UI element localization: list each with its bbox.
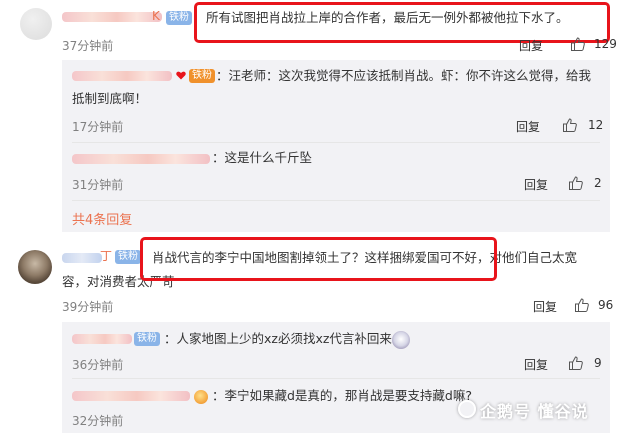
- username-suffix[interactable]: K: [152, 5, 160, 27]
- reply-username-blurred[interactable]: [72, 154, 210, 164]
- watermark-icon: [458, 400, 476, 418]
- username-blurred[interactable]: [62, 253, 102, 263]
- highlight-box: [194, 2, 610, 43]
- comment-time: 37分钟前: [62, 39, 114, 53]
- emoji-icon: [392, 331, 410, 349]
- reply-text-line2: 抵制到底啊！: [72, 91, 148, 106]
- like-count: 9: [594, 356, 602, 370]
- avatar[interactable]: [18, 250, 52, 284]
- like-icon[interactable]: [568, 355, 584, 371]
- reply-button[interactable]: 回复: [516, 118, 540, 135]
- reply-button[interactable]: 回复: [524, 356, 548, 373]
- emoji-icon: [194, 390, 208, 404]
- reply-button[interactable]: 回复: [524, 176, 548, 193]
- more-replies-link[interactable]: 共4条回复: [72, 209, 132, 228]
- highlight-box: [140, 237, 497, 281]
- fan-badge: 铁粉: [115, 250, 141, 264]
- like-count: 129: [594, 37, 617, 51]
- reply-time: 36分钟前: [72, 358, 124, 372]
- reply-text: ：汪老师：这次我觉得不应该抵制肖战。虾：你不许这么觉得，给我: [216, 68, 592, 83]
- like-count: 96: [598, 298, 614, 312]
- reply-text: ：人家地图上少的xz必须找xz代言补回来: [164, 331, 392, 346]
- fan-badge: 铁粉: [189, 69, 215, 83]
- divider: [72, 142, 600, 143]
- comment-time: 39分钟前: [62, 300, 114, 314]
- avatar[interactable]: [20, 8, 52, 40]
- like-count: 12: [588, 118, 604, 132]
- like-icon[interactable]: [568, 175, 584, 191]
- like-count: 2: [594, 176, 602, 190]
- reply-text: ：这是什么千斤坠: [212, 150, 313, 165]
- reply-time: 17分钟前: [72, 120, 124, 134]
- reply-button[interactable]: 回复: [533, 298, 557, 315]
- reply-time: 31分钟前: [72, 178, 124, 192]
- reply-username-blurred[interactable]: [72, 334, 132, 344]
- heart-icon: [176, 71, 186, 80]
- reply-text: ：李宁如果藏d是真的，那肖战是要支持藏d嘛?: [212, 388, 473, 403]
- divider: [72, 200, 600, 201]
- like-icon[interactable]: [574, 297, 590, 313]
- divider: [72, 378, 600, 379]
- fan-badge: 铁粉: [166, 11, 192, 25]
- username-blurred[interactable]: [62, 12, 162, 22]
- fan-badge: 铁粉: [134, 332, 160, 346]
- watermark: 企鹅号 懂谷说: [480, 402, 589, 421]
- reply-username-blurred[interactable]: [72, 391, 190, 401]
- like-icon[interactable]: [570, 36, 586, 52]
- reply-username-blurred[interactable]: [72, 71, 172, 81]
- reply-button[interactable]: 回复: [519, 37, 543, 54]
- like-icon[interactable]: [562, 117, 578, 133]
- username-suffix[interactable]: 丁: [100, 245, 112, 267]
- reply-time: 32分钟前: [72, 414, 124, 428]
